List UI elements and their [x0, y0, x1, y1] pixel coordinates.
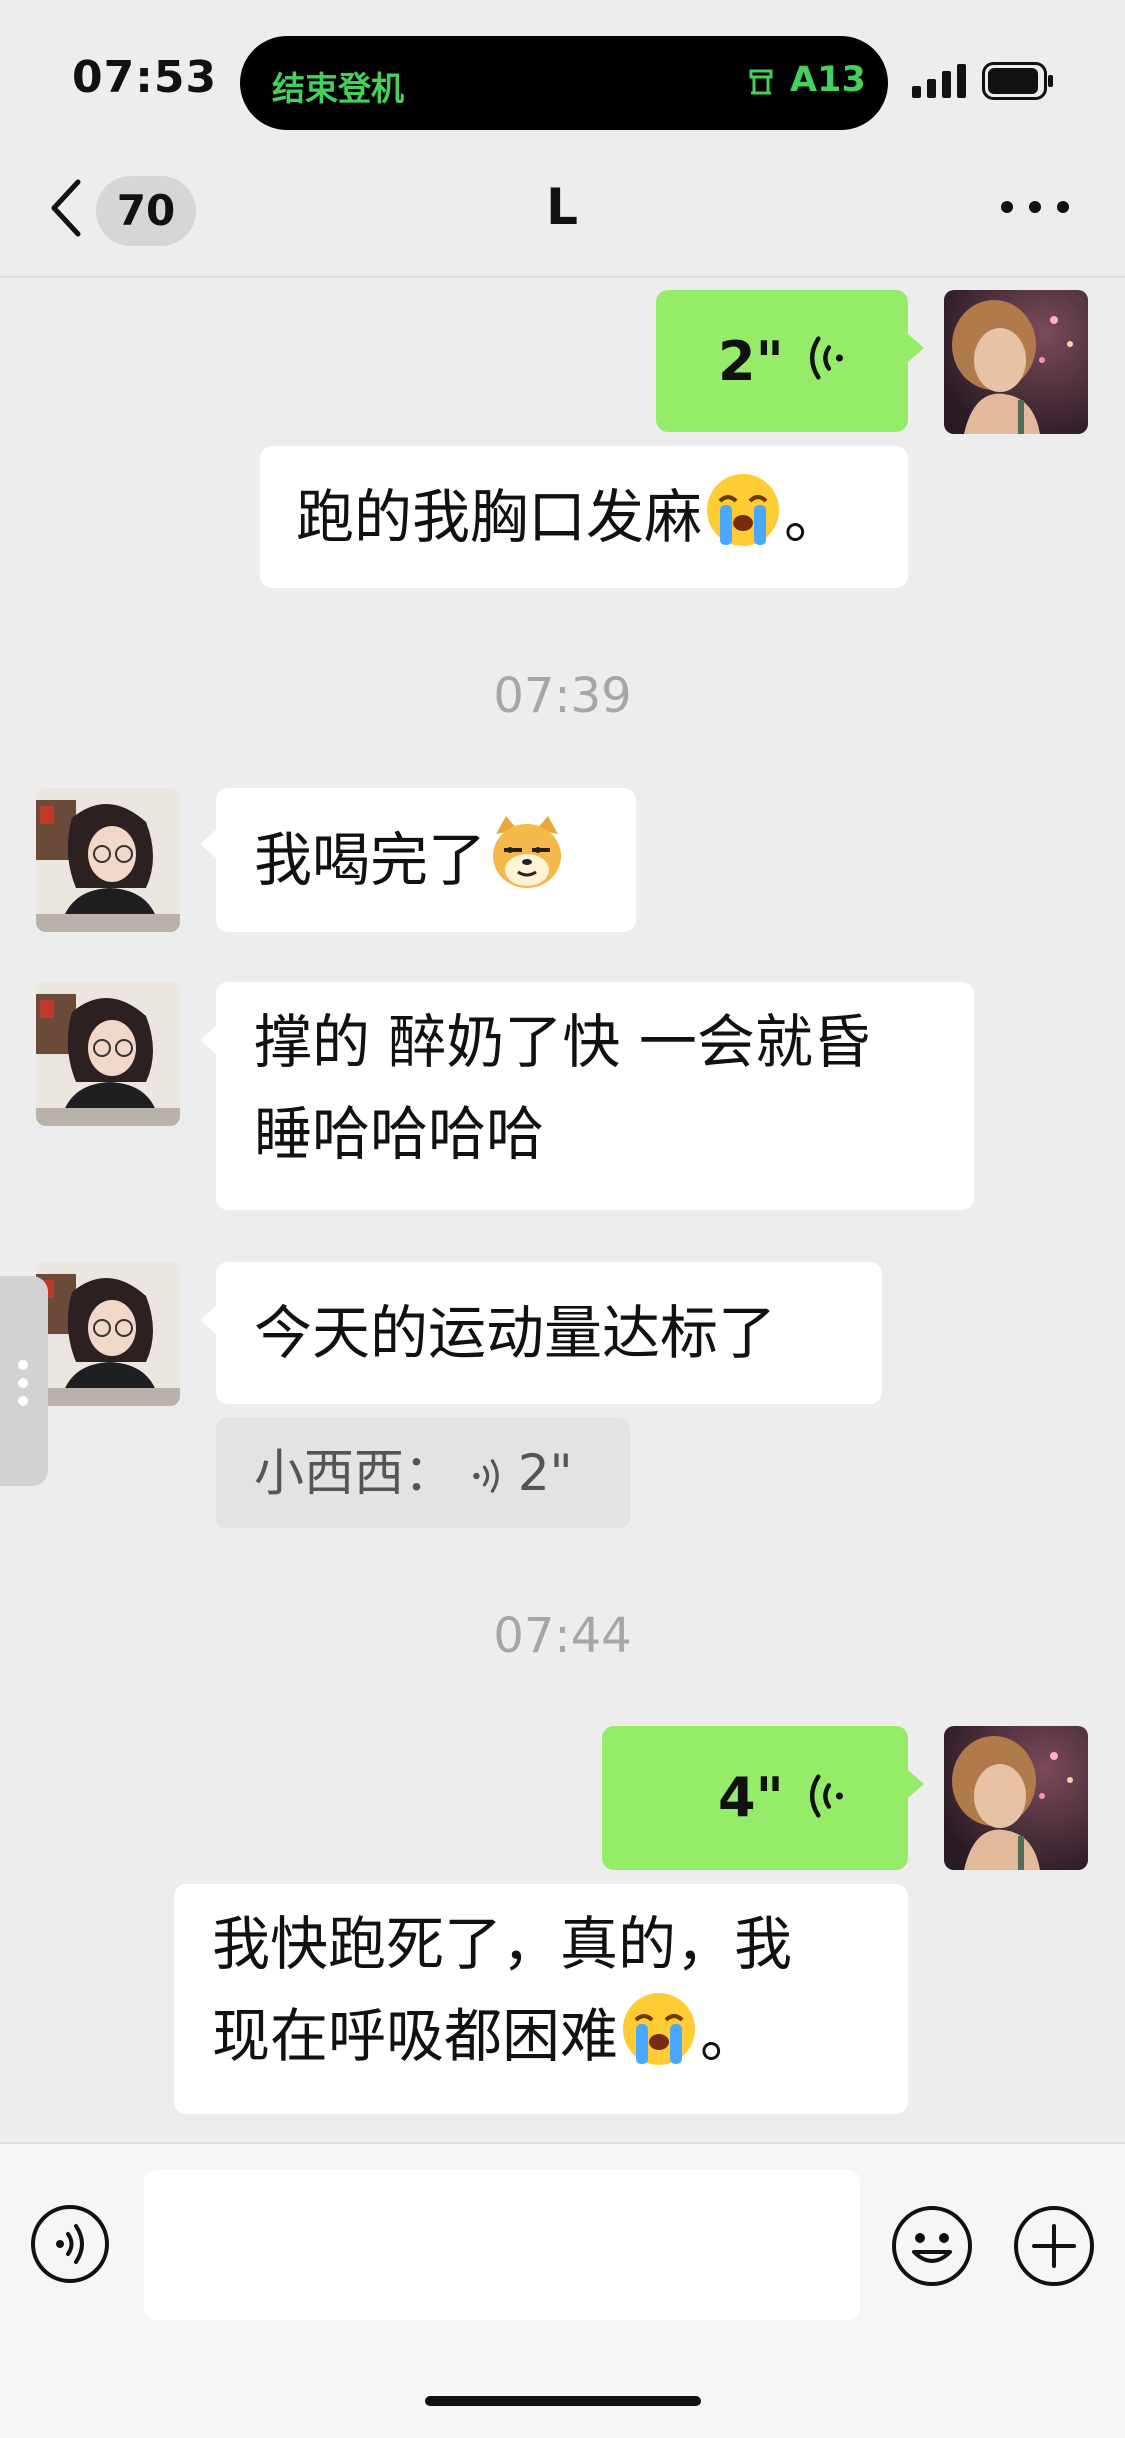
message-text: 今天的运动量达标了 — [254, 1299, 777, 1367]
voice-duration: 4" — [718, 1766, 784, 1829]
chat-title: L — [546, 178, 578, 236]
sent-voice-message[interactable]: 2" — [656, 290, 908, 432]
chat-timestamp: 07:44 — [493, 1608, 632, 1664]
island-flight-gate: A13 — [790, 60, 866, 100]
received-text-message[interactable]: 今天的运动量达标了 — [216, 1262, 882, 1404]
message-line: 撑的 醉奶了快 一会就昏 — [254, 1008, 871, 1076]
voice-wave-icon — [809, 336, 843, 380]
my-avatar[interactable] — [944, 1726, 1088, 1870]
quote-sender: 小西西： — [254, 1444, 454, 1502]
plus-icon[interactable] — [1012, 2204, 1096, 2288]
sent-voice-message[interactable]: 4" — [602, 1726, 908, 1870]
friend-avatar[interactable] — [36, 1262, 180, 1406]
home-indicator[interactable] — [425, 2396, 701, 2406]
message-input[interactable] — [144, 2170, 860, 2320]
handle-dot — [18, 1396, 28, 1406]
gate-icon — [749, 69, 773, 95]
sent-text-message[interactable]: 跑的我胸口发麻 。 — [260, 446, 908, 588]
voice-duration: 2" — [718, 330, 784, 393]
bubble-tail — [200, 1306, 216, 1334]
handle-dot — [18, 1360, 28, 1370]
chat-timestamp: 07:39 — [493, 668, 632, 724]
quote-voice-duration: 2" — [517, 1444, 573, 1502]
crying-emoji-icon — [707, 474, 780, 546]
bubble-tail — [908, 334, 924, 362]
message-line: 现在呼吸都困难 — [212, 2002, 619, 2070]
friend-avatar[interactable] — [36, 788, 180, 932]
island-activity-label: 结束登机 — [272, 69, 404, 108]
friend-avatar[interactable] — [36, 982, 180, 1126]
voice-wave-icon — [473, 1459, 499, 1493]
voice-input-icon[interactable] — [30, 2204, 110, 2284]
unread-count-badge[interactable]: 70 — [96, 176, 196, 246]
crying-emoji-icon — [623, 1993, 696, 2065]
message-text: 我喝完了 — [254, 826, 487, 894]
sent-text-message[interactable]: 我快跑死了，真的，我 现在呼吸都困难 。 — [174, 1884, 908, 2114]
handle-dot — [18, 1378, 28, 1388]
smiley-icon[interactable] — [890, 2204, 974, 2288]
message-text-end: 。 — [784, 483, 843, 551]
signal-icon — [912, 64, 966, 98]
message-line: 我快跑死了，真的，我 — [212, 1910, 793, 1978]
message-content: 跑的我胸口发麻 。 — [296, 471, 842, 563]
message-content: 我快跑死了，真的，我 现在呼吸都困难 。 — [212, 1898, 792, 2082]
nav-divider — [0, 276, 1125, 278]
battery-icon — [982, 62, 1053, 100]
message-text: 跑的我胸口发麻 — [296, 483, 703, 551]
message-content: 我喝完了 — [254, 814, 568, 906]
bubble-tail — [200, 1026, 216, 1054]
bubble-tail — [200, 830, 216, 858]
quoted-voice-reply[interactable]: 小西西： 2" — [216, 1418, 630, 1528]
bubble-tail — [908, 1770, 924, 1798]
received-text-message[interactable]: 撑的 醉奶了快 一会就昏 睡哈哈哈哈 — [216, 982, 974, 1210]
message-line: 睡哈哈哈哈 — [254, 1100, 545, 1168]
message-content: 撑的 醉奶了快 一会就昏 睡哈哈哈哈 — [254, 996, 871, 1180]
message-text-end: 。 — [700, 2002, 759, 2070]
message-line-wrap: 现在呼吸都困难 。 — [212, 1990, 792, 2082]
back-chevron-icon[interactable] — [48, 178, 82, 238]
received-text-message[interactable]: 我喝完了 — [216, 788, 636, 932]
doge-emoji-icon — [493, 816, 562, 888]
voice-wave-icon — [809, 1774, 843, 1818]
status-time: 07:53 — [72, 52, 218, 103]
more-icon[interactable] — [1000, 200, 1070, 214]
my-avatar[interactable] — [944, 290, 1088, 434]
